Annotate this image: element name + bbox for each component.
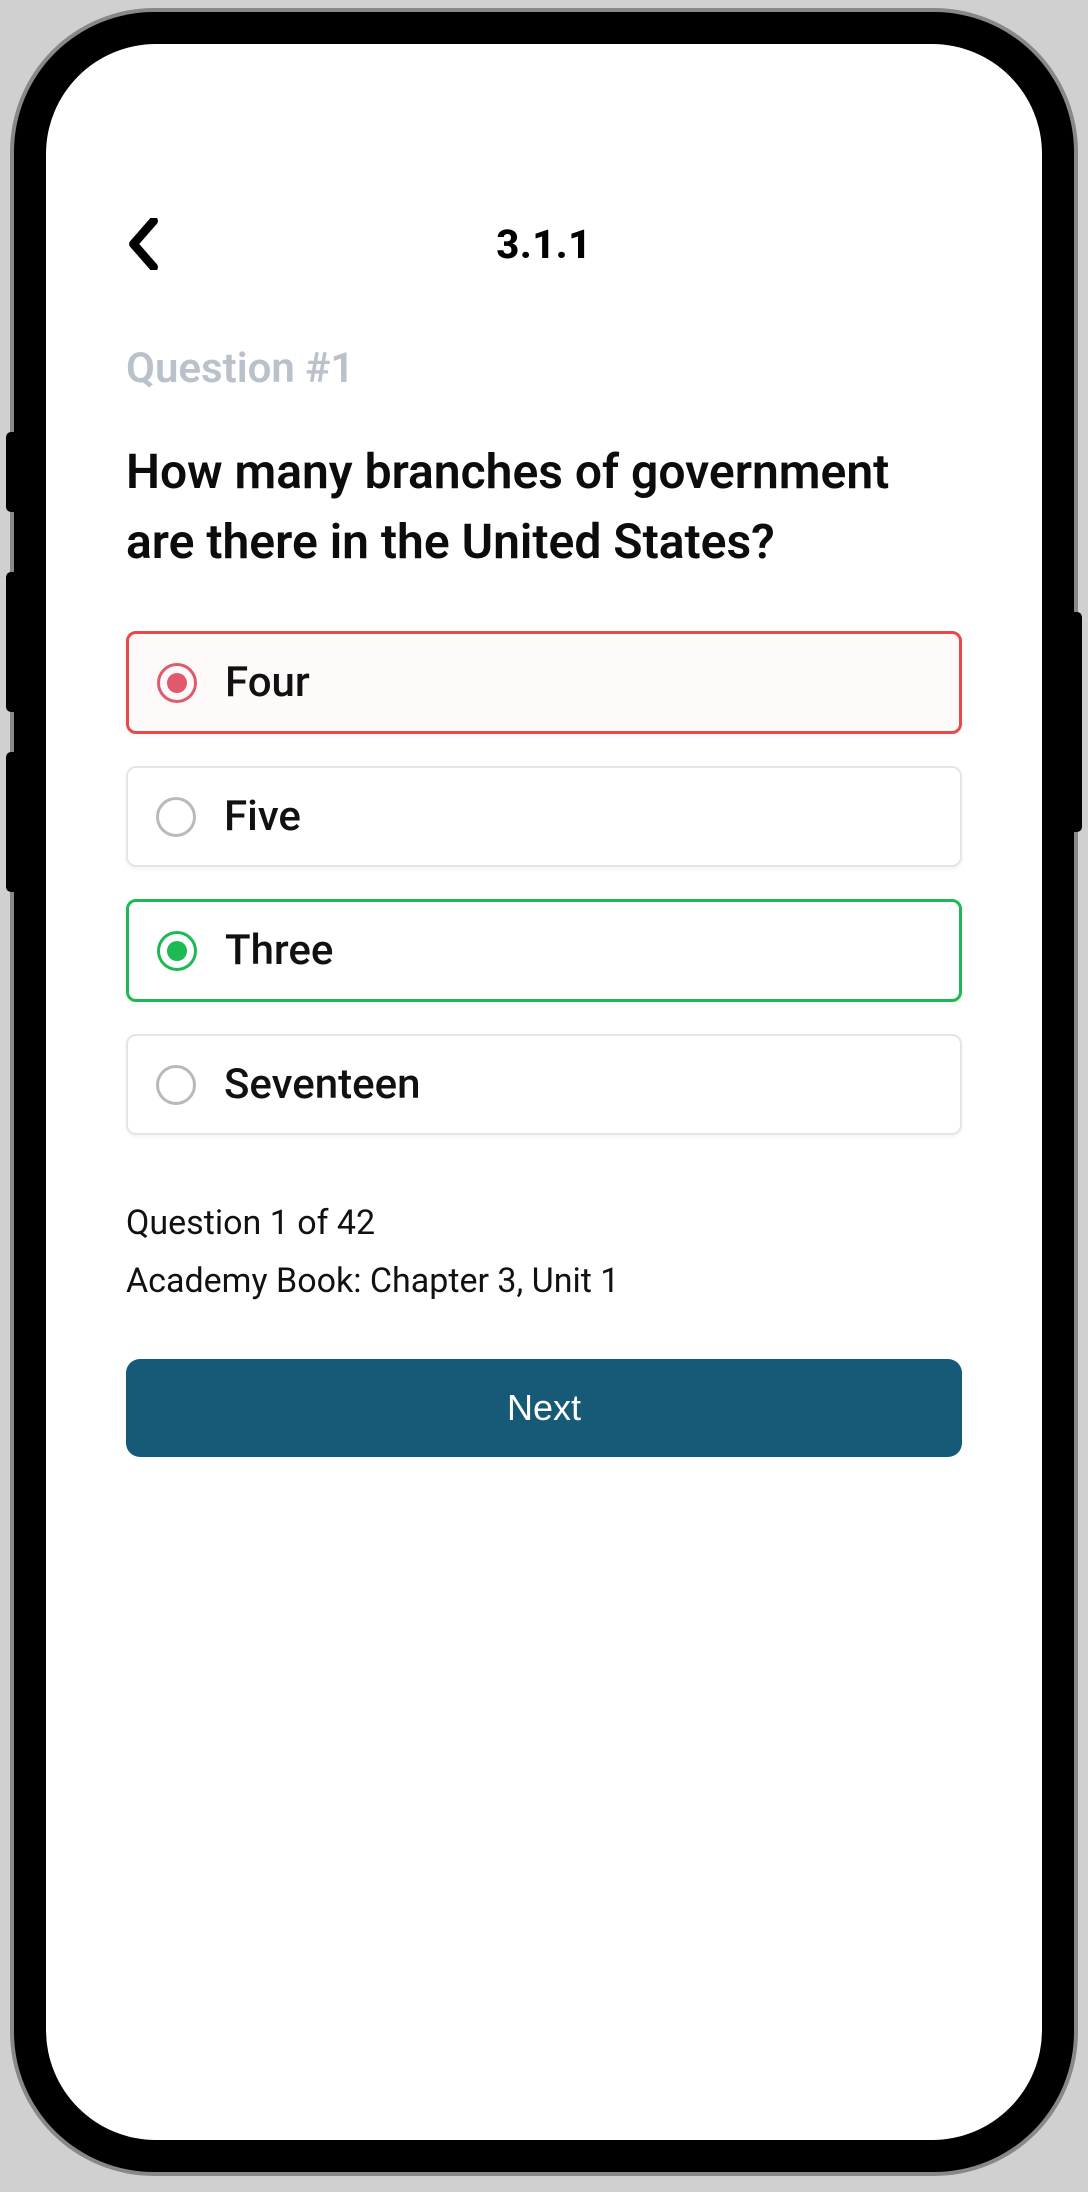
- question-number-label: Question #1: [126, 344, 962, 393]
- chevron-left-icon: [126, 218, 164, 270]
- option-three[interactable]: Three: [126, 899, 962, 1002]
- power-button: [1072, 612, 1082, 832]
- side-button: [6, 432, 16, 512]
- question-counter: Question 1 of 42: [126, 1195, 962, 1253]
- back-button[interactable]: [126, 218, 164, 270]
- radio-icon: [156, 797, 196, 837]
- quiz-card: 3.1.1 Question #1 How many branches of g…: [90, 184, 998, 1497]
- option-label: Seventeen: [224, 1060, 420, 1109]
- radio-icon: [156, 1065, 196, 1105]
- screen: 3.1.1 Question #1 How many branches of g…: [46, 44, 1042, 2140]
- option-seventeen[interactable]: Seventeen: [126, 1034, 962, 1135]
- options-list: Four Five Three Seventeen: [126, 631, 962, 1135]
- radio-icon: [157, 931, 197, 971]
- next-button[interactable]: Next: [126, 1359, 962, 1457]
- option-five[interactable]: Five: [126, 766, 962, 867]
- option-four[interactable]: Four: [126, 631, 962, 734]
- radio-icon: [157, 663, 197, 703]
- phone-frame: 3.1.1 Question #1 How many branches of g…: [14, 12, 1074, 2172]
- volume-up-button: [6, 572, 16, 712]
- header-row: 3.1.1: [126, 204, 962, 284]
- option-label: Five: [224, 792, 301, 841]
- question-text: How many branches of government are ther…: [126, 437, 962, 577]
- volume-down-button: [6, 752, 16, 892]
- question-source: Academy Book: Chapter 3, Unit 1: [126, 1253, 962, 1311]
- page-title: 3.1.1: [496, 221, 591, 268]
- option-label: Four: [225, 658, 310, 707]
- option-label: Three: [225, 926, 333, 975]
- question-meta: Question 1 of 42 Academy Book: Chapter 3…: [126, 1195, 962, 1311]
- app-content: 3.1.1 Question #1 How many branches of g…: [46, 44, 1042, 2140]
